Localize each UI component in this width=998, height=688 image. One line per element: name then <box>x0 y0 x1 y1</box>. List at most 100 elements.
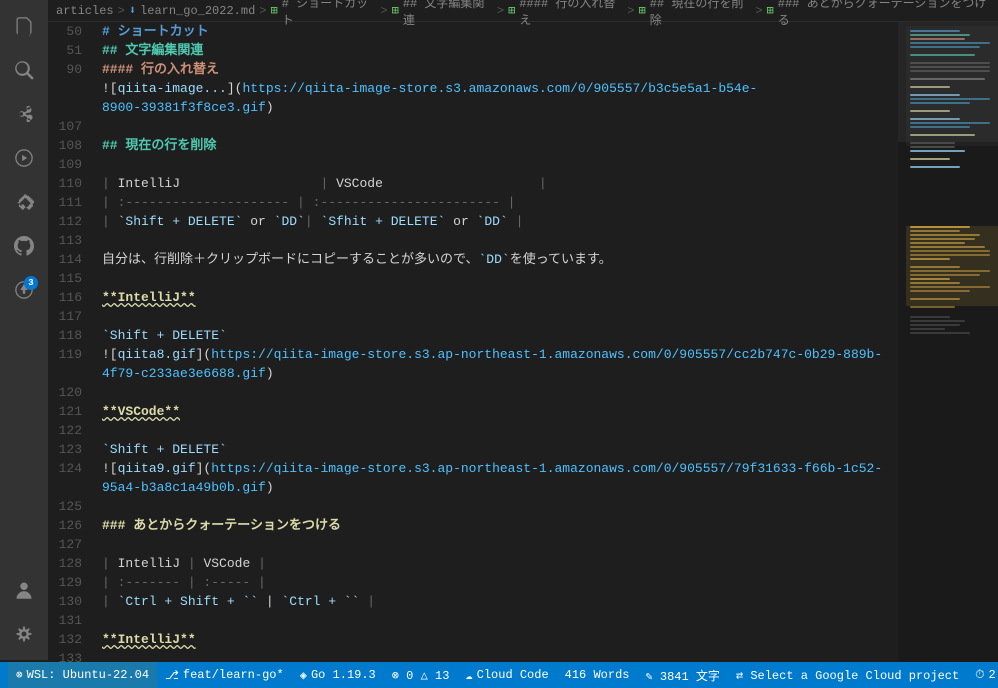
line-num-110: 110 <box>48 174 98 193</box>
minimap-viewport <box>898 22 998 142</box>
words-label: 416 Words <box>565 668 630 682</box>
minimap[interactable] <box>898 22 998 662</box>
line-content-113 <box>98 231 898 250</box>
github-icon[interactable] <box>6 228 42 264</box>
breadcrumb-articles[interactable]: articles <box>56 4 114 18</box>
status-go-version[interactable]: ◈ Go 1.19.3 <box>292 662 384 688</box>
line-content-120 <box>98 383 898 402</box>
code-line-116: 116 **IntelliJ** <box>48 288 898 307</box>
line-num-109: 109 <box>48 155 98 174</box>
code-line-129: 129 | :------- | :----- | <box>48 573 898 592</box>
line-num-119: 119 <box>48 345 98 364</box>
breadcrumb-h4[interactable]: #### 行の入れ替え <box>519 0 623 28</box>
breadcrumb-h2[interactable]: ## 文字編集関連 <box>403 0 493 28</box>
breadcrumb-file-icon: ⬇ <box>129 3 136 18</box>
code-line-131: 131 <box>48 611 898 630</box>
status-chars[interactable]: ✎ 3841 文字 <box>637 662 727 688</box>
code-line-110: 110 | IntelliJ | VSCode | <box>48 174 898 193</box>
line-num-128: 128 <box>48 554 98 573</box>
code-line-133: 133 <box>48 649 898 662</box>
breadcrumb-symbol-icon-4: ⊞ <box>638 3 645 18</box>
breadcrumb-sep-1: > <box>118 4 125 18</box>
code-line-124: 124 ![qiita9.gif](https://qiita-image-st… <box>48 459 898 478</box>
breadcrumb-h1[interactable]: # ショートカット <box>282 0 377 28</box>
line-content-115 <box>98 269 898 288</box>
line-num-107: 107 <box>48 117 98 136</box>
line-content-111: | :--------------------- | :------------… <box>98 193 898 212</box>
line-num-129: 129 <box>48 573 98 592</box>
settings-icon[interactable] <box>6 616 42 652</box>
activity-bar-bottom <box>6 572 42 660</box>
status-time[interactable]: ⏱ 2 hrs 53 mins <box>967 662 998 688</box>
status-branch[interactable]: ⎇ feat/learn-go* <box>157 662 292 688</box>
code-line-113: 113 <box>48 231 898 250</box>
time-icon: ⏱ <box>975 668 984 682</box>
activity-bar: 3 <box>0 0 48 660</box>
go-version-label: Go 1.19.3 <box>311 668 376 682</box>
extensions-icon[interactable] <box>6 184 42 220</box>
editor-content[interactable]: 50 # ショートカット 51 ## 文字編集関連 90 #### 行の入れ替え… <box>48 22 898 662</box>
code-line-51: 51 ## 文字編集関連 <box>48 41 898 60</box>
breadcrumb-sep-6: > <box>755 4 762 18</box>
code-line-111: 111 | :--------------------- | :--------… <box>48 193 898 212</box>
line-content-119: ![qiita8.gif](https://qiita-image-store.… <box>98 345 898 364</box>
breadcrumb-sep-5: > <box>627 4 634 18</box>
code-line-119: 119 ![qiita8.gif](https://qiita-image-st… <box>48 345 898 364</box>
line-content-132: **IntelliJ** <box>98 630 898 649</box>
code-line-128: 128 | IntelliJ | VSCode | <box>48 554 898 573</box>
source-control-icon[interactable] <box>6 96 42 132</box>
status-errors[interactable]: ⊗ 0 △ 13 <box>384 662 458 688</box>
status-selection[interactable]: ⇄ Select a Google Cloud project <box>728 662 967 688</box>
line-content-126: ### あとからクォーテーションをつける <box>98 516 898 535</box>
line-content-link1b: 8900-39381f3f8ce3.gif) <box>98 98 898 117</box>
status-cloud[interactable]: ☁ Cloud Code <box>457 662 556 688</box>
line-content-90: #### 行の入れ替え <box>98 60 898 79</box>
status-wsl[interactable]: ⊗ WSL: Ubuntu-22.04 <box>8 662 157 688</box>
line-num-124b <box>48 478 98 497</box>
code-line-120: 120 <box>48 383 898 402</box>
status-bar: ⊗ WSL: Ubuntu-22.04 ⎇ feat/learn-go* ◈ G… <box>0 662 998 688</box>
line-num-114: 114 <box>48 250 98 269</box>
code-line-link1b: 8900-39381f3f8ce3.gif) <box>48 98 898 117</box>
breadcrumb-filename[interactable]: learn_go_2022.md <box>140 4 255 18</box>
line-num-123: 123 <box>48 440 98 459</box>
line-num-90: 90 <box>48 60 98 79</box>
line-content-129: | :------- | :----- | <box>98 573 898 592</box>
explorer-icon[interactable] <box>6 8 42 44</box>
line-num-130: 130 <box>48 592 98 611</box>
code-line-112: 112 | `Shift + DELETE` or `DD`| `Sfhit +… <box>48 212 898 231</box>
code-line-122: 122 <box>48 421 898 440</box>
line-content-128: | IntelliJ | VSCode | <box>98 554 898 573</box>
breadcrumb: articles > ⬇ learn_go_2022.md > ⊞ # ショート… <box>48 0 998 22</box>
line-content-119b: 4f79-c233ae3e6688.gif) <box>98 364 898 383</box>
search-icon[interactable] <box>6 52 42 88</box>
remote-icon[interactable]: 3 <box>6 272 42 308</box>
branch-icon: ⎇ <box>165 668 179 683</box>
line-content-112: | `Shift + DELETE` or `DD`| `Sfhit + DEL… <box>98 212 898 231</box>
code-line-124b: 95a4-b3a8c1a49b0b.gif) <box>48 478 898 497</box>
line-content-127 <box>98 535 898 554</box>
account-icon[interactable] <box>6 572 42 608</box>
breadcrumb-h3[interactable]: ### あとからクォーテーションをつける <box>778 0 990 28</box>
code-line-118: 118 `Shift + DELETE` <box>48 326 898 345</box>
editor-container: 50 # ショートカット 51 ## 文字編集関連 90 #### 行の入れ替え… <box>48 22 898 662</box>
code-line-121: 121 **VSCode** <box>48 402 898 421</box>
status-words[interactable]: 416 Words <box>557 662 638 688</box>
wsl-label: WSL: Ubuntu-22.04 <box>27 668 149 682</box>
line-content-link1: ![qiita-image...](https://qiita-image-st… <box>98 79 898 98</box>
line-num-119b <box>48 364 98 383</box>
status-right: 416 Words ✎ 3841 文字 ⇄ Select a Google Cl… <box>557 662 998 688</box>
line-num-50: 50 <box>48 22 98 41</box>
run-icon[interactable] <box>6 140 42 176</box>
code-line-127: 127 <box>48 535 898 554</box>
line-content-114: 自分は、行削除＋クリップボードにコピーすることが多いので、`DD`を使っています… <box>98 250 898 269</box>
line-num-118: 118 <box>48 326 98 345</box>
code-line-107: 107 <box>48 117 898 136</box>
breadcrumb-h2-delete[interactable]: ## 現在の行を削除 <box>650 0 752 28</box>
line-content-131 <box>98 611 898 630</box>
code-line-130: 130 | `Ctrl + Shift + `` | `Ctrl + `` | <box>48 592 898 611</box>
code-line-109: 109 <box>48 155 898 174</box>
line-num-122: 122 <box>48 421 98 440</box>
code-line-108: 108 ## 現在の行を削除 <box>48 136 898 155</box>
branch-label: feat/learn-go* <box>183 668 284 682</box>
